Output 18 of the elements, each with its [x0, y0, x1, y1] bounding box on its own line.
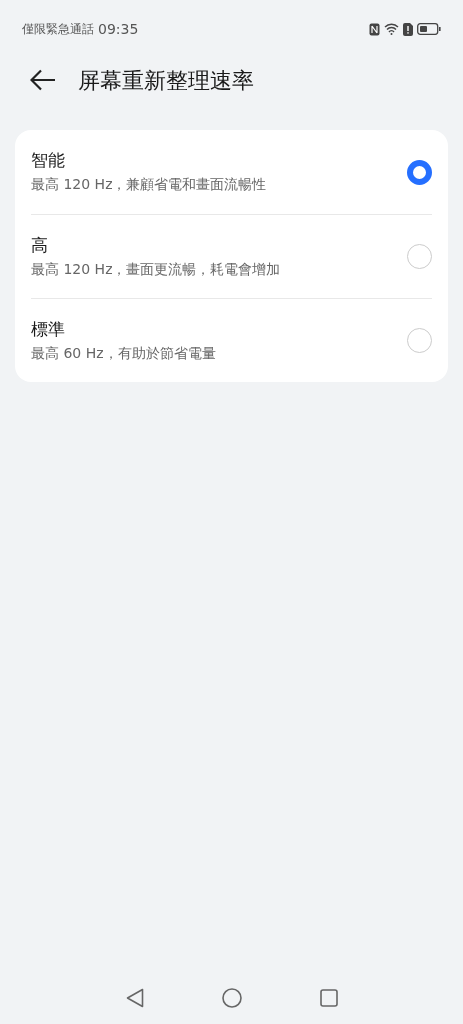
option-title: 標準 [31, 317, 66, 340]
page-title: 屏幕重新整理速率 [78, 66, 254, 95]
status-text: 僅限緊急通話 [22, 21, 94, 38]
sim-alert-icon [403, 22, 413, 36]
nfc-icon [369, 22, 380, 36]
back-nav-icon[interactable] [125, 988, 144, 1008]
recents-nav-icon[interactable] [319, 989, 338, 1007]
wifi-icon [384, 23, 399, 35]
back-icon[interactable] [30, 69, 56, 91]
option-title: 智能 [31, 149, 66, 172]
battery-icon [417, 23, 441, 35]
option-description: 最高 60 Hz，有助於節省電量 [31, 343, 217, 363]
clock: 09:35 [98, 19, 139, 39]
option-title: 高 [31, 233, 49, 256]
radio-button[interactable] [407, 159, 432, 185]
option-description: 最高 120 Hz，兼顧省電和畫面流暢性 [31, 175, 268, 195]
option-description: 最高 120 Hz，畫面更流暢，耗電會增加 [31, 259, 282, 279]
home-nav-icon[interactable] [221, 988, 242, 1008]
